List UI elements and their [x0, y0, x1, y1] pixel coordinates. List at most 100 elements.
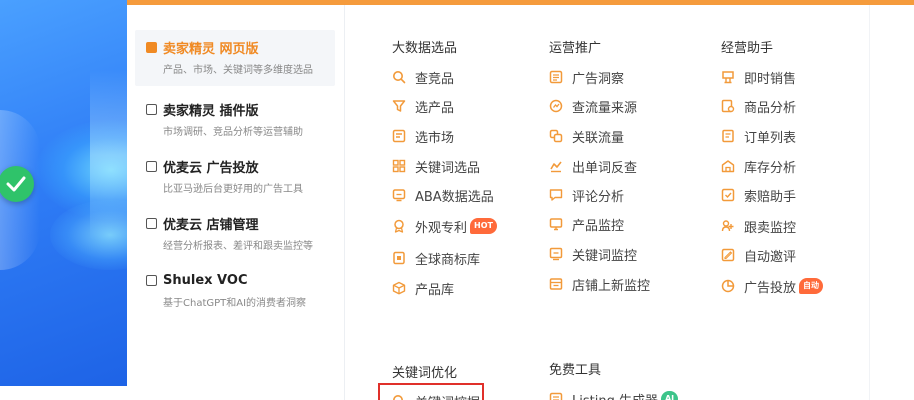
column-title-assistant: 经营助手: [721, 41, 774, 56]
menu-item-label: 外观专利: [415, 220, 468, 236]
follow-icon: [721, 219, 735, 233]
box-icon: [392, 281, 406, 295]
menu-item-select-product[interactable]: 选产品: [392, 97, 455, 116]
menu-item-aba[interactable]: ABA数据选品: [392, 186, 494, 205]
menu-item-label: 产品库: [415, 282, 455, 298]
hero-light-beam: [90, 70, 127, 240]
menu-item-related-traffic[interactable]: 关联流量: [549, 127, 625, 146]
menu-item-ad-insight[interactable]: 广告洞察: [549, 68, 625, 87]
product-item-voc[interactable]: Shulex VOC 基于ChatGPT和AI的消费者洞察: [135, 263, 335, 319]
menu-item-claim-assistant[interactable]: 索赔助手: [721, 186, 797, 205]
menu-item-label: 索赔助手: [744, 189, 797, 205]
menu-item-label: 产品监控: [572, 218, 625, 234]
ad-icon: [721, 279, 735, 293]
menu-item-label: 跟卖监控: [744, 220, 797, 236]
product-desc: 比亚马逊后台更好用的广告工具: [163, 184, 303, 195]
menu-item-inventory-analysis[interactable]: 库存分析: [721, 157, 797, 176]
menu-item-ad-placement[interactable]: 广告投放 自动: [721, 277, 824, 296]
comment-icon: [549, 188, 563, 202]
menu-item-order-list[interactable]: 订单列表: [721, 127, 797, 146]
menu-item-label: 查竞品: [415, 71, 455, 87]
reverse-icon: [549, 159, 563, 173]
monitor-icon: [549, 217, 563, 231]
menu-item-label: 即时销售: [744, 71, 797, 87]
menu-item-label: Listing 生成器: [572, 390, 658, 400]
menu-item-patent[interactable]: 外观专利 HOT: [392, 217, 497, 236]
menu-item-product-monitor[interactable]: 产品监控: [549, 215, 625, 234]
menu-item-store-new-monitor[interactable]: 店铺上新监控: [549, 275, 651, 294]
column-title-operation: 运营推广: [549, 41, 602, 56]
menu-item-label: 广告投放: [744, 280, 797, 296]
menu-item-label: 选产品: [415, 100, 455, 116]
plugin-icon: [146, 103, 157, 115]
patent-icon: [392, 219, 406, 233]
menu-item-review-analysis[interactable]: 评论分析: [549, 186, 625, 205]
aba-icon: [392, 188, 406, 202]
product-title: 优麦云 店铺管理: [163, 217, 259, 233]
product-title: 优麦云 广告投放: [163, 160, 259, 176]
hero-banner: [0, 0, 127, 386]
web-icon: [146, 41, 157, 53]
product-desc: 产品、市场、关键词等多维度选品: [163, 65, 313, 76]
menu-item-label: 广告洞察: [572, 71, 625, 87]
menu-item-label: 全球商标库: [415, 252, 481, 268]
menu-item-label: 关键词监控: [572, 248, 638, 264]
menu-item-reverse-keyword[interactable]: 出单词反查: [549, 157, 638, 176]
menu-item-label: 出单词反查: [572, 160, 638, 176]
voc-icon: [146, 274, 157, 286]
product-desc: 基于ChatGPT和AI的消费者洞察: [163, 298, 307, 309]
product-item-store[interactable]: 优麦云 店铺管理 经营分析报表、差评和跟卖监控等: [135, 206, 335, 262]
menu-item-select-market[interactable]: 选市场: [392, 127, 454, 146]
search-icon: [392, 70, 406, 84]
product-item-ads[interactable]: 优麦云 广告投放 比亚马逊后台更好用的广告工具: [135, 149, 335, 205]
product-list: 卖家精灵 网页版 产品、市场、关键词等多维度选品 卖家精灵 插件版 市场调研、竞…: [127, 5, 345, 400]
menu-item-label: 自动邀评: [744, 249, 797, 265]
menu-item-label: 订单列表: [744, 130, 797, 146]
hot-badge: HOT: [470, 218, 497, 234]
menu-item-listing-generator[interactable]: Listing 生成器 AI: [549, 390, 679, 400]
column-title-keyword: 关键词优化: [392, 366, 458, 381]
menu-item-instant-sales[interactable]: 即时销售: [721, 68, 797, 87]
menu-item-label: 关键词选品: [415, 160, 481, 176]
ai-badge: AI: [660, 391, 679, 400]
review-icon: [721, 248, 735, 262]
trademark-icon: [392, 251, 406, 265]
menu-item-label: 评论分析: [572, 189, 625, 205]
analysis-icon: [721, 99, 735, 113]
column-title-bigdata: 大数据选品: [392, 41, 458, 56]
menu-item-follow-monitor[interactable]: 跟卖监控: [721, 217, 797, 236]
menu-item-check-competitor[interactable]: 查竞品: [392, 68, 455, 87]
ad-insight-icon: [549, 70, 563, 84]
store-new-icon: [549, 277, 563, 291]
product-title: 卖家精灵 网页版: [163, 41, 259, 57]
menu-item-label: 关联流量: [572, 130, 625, 146]
inventory-icon: [721, 159, 735, 173]
menu-item-label: 商品分析: [744, 100, 797, 116]
product-item-plugin[interactable]: 卖家精灵 插件版 市场调研、竞品分析等运营辅助: [135, 92, 335, 148]
menu-item-label: 店铺上新监控: [572, 278, 651, 294]
menu-item-label: ABA数据选品: [415, 189, 494, 205]
filter-icon: [392, 99, 406, 113]
menu-item-keyword-monitor[interactable]: 关键词监控: [549, 245, 638, 264]
store-icon: [146, 217, 157, 229]
menu-item-auto-review[interactable]: 自动邀评: [721, 246, 797, 265]
grid-icon: [392, 159, 406, 173]
claim-icon: [721, 188, 735, 202]
market-icon: [392, 129, 406, 143]
ads-icon: [146, 160, 157, 172]
menu-item-trademark[interactable]: 全球商标库: [392, 249, 481, 268]
listing-icon: [549, 392, 563, 400]
product-title: 卖家精灵 插件版: [163, 103, 259, 119]
product-desc: 经营分析报表、差评和跟卖监控等: [163, 241, 313, 252]
menu-item-product-library[interactable]: 产品库: [392, 279, 455, 298]
menu-item-keyword-select[interactable]: 关键词选品: [392, 157, 481, 176]
menu-item-traffic-source[interactable]: 查流量来源: [549, 97, 638, 116]
menu-item-product-analysis[interactable]: 商品分析: [721, 97, 797, 116]
keyword-monitor-icon: [549, 247, 563, 261]
menu-item-label: 查流量来源: [572, 100, 638, 116]
product-item-web[interactable]: 卖家精灵 网页版 产品、市场、关键词等多维度选品: [135, 30, 335, 86]
column-title-free: 免费工具: [549, 363, 602, 378]
highlight-box: [378, 383, 484, 400]
order-icon: [721, 129, 735, 143]
menu-item-label: 库存分析: [744, 160, 797, 176]
